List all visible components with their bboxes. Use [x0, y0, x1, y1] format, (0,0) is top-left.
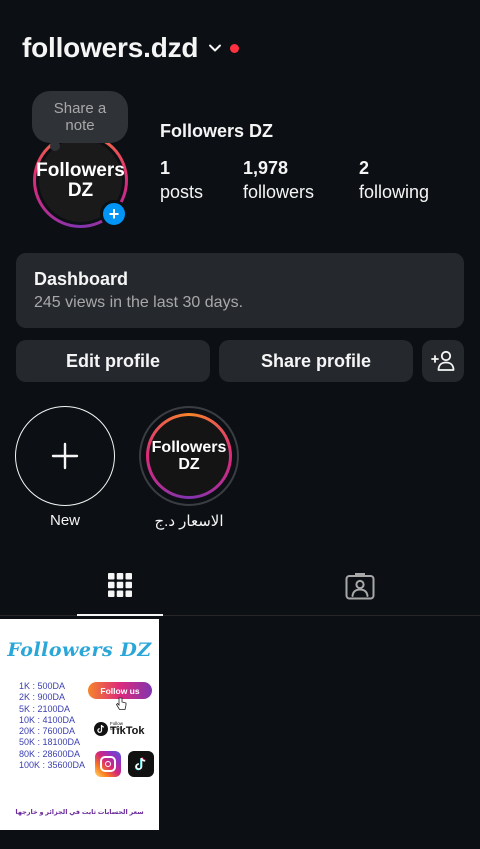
post-title: Followers DZ	[7, 639, 152, 661]
share-profile-button[interactable]: Share profile	[219, 340, 413, 382]
tiktok-icon	[94, 722, 108, 736]
tiktok-app-icon	[128, 751, 154, 777]
following-count: 2	[359, 158, 370, 178]
highlight-label: الاسعار د.ج	[154, 513, 224, 530]
note-text: Share a note	[53, 100, 107, 134]
add-story-icon[interactable]: +	[100, 200, 128, 228]
price-row: 80K : 28600DA	[19, 748, 81, 759]
price-row: 2K : 900DA	[19, 692, 66, 703]
price-row: 20K : 7600DA	[19, 726, 76, 737]
post-footer-text: سعر الحسابات ثابت في الجزائر و خارجها	[15, 809, 144, 816]
add-person-icon	[431, 350, 455, 371]
highlight-cover-line-1: Followers	[151, 439, 227, 456]
followers-count: 1,978	[243, 158, 289, 178]
tab-tagged[interactable]	[317, 556, 403, 616]
posts-stat[interactable]: 1 posts	[160, 156, 203, 204]
highlight-cover-line-2: DZ	[178, 456, 200, 473]
price-row: 50K : 18100DA	[19, 737, 81, 748]
posts-label: posts	[160, 182, 204, 202]
new-highlight-circle	[15, 406, 115, 506]
share-note-bubble[interactable]: Share a note	[32, 91, 128, 151]
highlight-cover-image: Followers DZ	[149, 416, 229, 496]
highlight-cover-ring: Followers DZ	[139, 406, 239, 506]
avatar-line-1: Followers	[36, 159, 125, 181]
chevron-down-icon[interactable]	[208, 41, 222, 55]
avatar-line-2: DZ	[67, 179, 94, 201]
price-row: 100K : 35600DA	[19, 760, 86, 771]
tiktok-label: TikTok	[110, 725, 145, 737]
username-switcher[interactable]: followers.dzd	[22, 32, 198, 64]
dashboard-subtitle: 245 views in the last 30 days.	[34, 294, 244, 311]
price-row: 10K : 4100DA	[19, 714, 76, 725]
dashboard-card[interactable]: Dashboard 245 views in the last 30 days.	[16, 253, 464, 328]
price-list: 1K : 500DA 2K : 900DA 5K : 2100DA 10K : …	[19, 681, 85, 771]
tab-posts-grid[interactable]	[77, 556, 163, 616]
profile-header: followers.dzd	[22, 30, 240, 66]
dashboard-title: Dashboard	[34, 269, 129, 289]
hand-cursor-icon	[115, 697, 127, 710]
post-thumbnail[interactable]: Followers DZ 1K : 500DA 2K : 900DA 5K : …	[0, 619, 159, 830]
price-row: 1K : 500DA	[19, 681, 66, 691]
posts-count: 1	[160, 158, 171, 178]
highlight-prices[interactable]: Followers DZ الاسعار د.ج	[139, 406, 239, 530]
following-stat[interactable]: 2 following	[359, 156, 429, 204]
plus-icon	[51, 442, 79, 470]
price-row: 5K : 2100DA	[19, 703, 71, 714]
tagged-person-icon	[345, 573, 375, 600]
instagram-icon	[95, 751, 121, 777]
highlight-label: New	[49, 512, 80, 529]
notification-dot	[230, 43, 240, 53]
followers-stat[interactable]: 1,978 followers	[243, 156, 314, 204]
discover-people-button[interactable]	[422, 340, 464, 382]
display-name: Followers DZ	[160, 121, 274, 141]
profile-tabs	[0, 556, 480, 616]
followers-label: followers	[243, 182, 315, 202]
highlight-new[interactable]: New	[15, 406, 115, 529]
following-label: following	[359, 182, 430, 202]
grid-icon	[108, 573, 132, 597]
edit-profile-button[interactable]: Edit profile	[16, 340, 210, 382]
